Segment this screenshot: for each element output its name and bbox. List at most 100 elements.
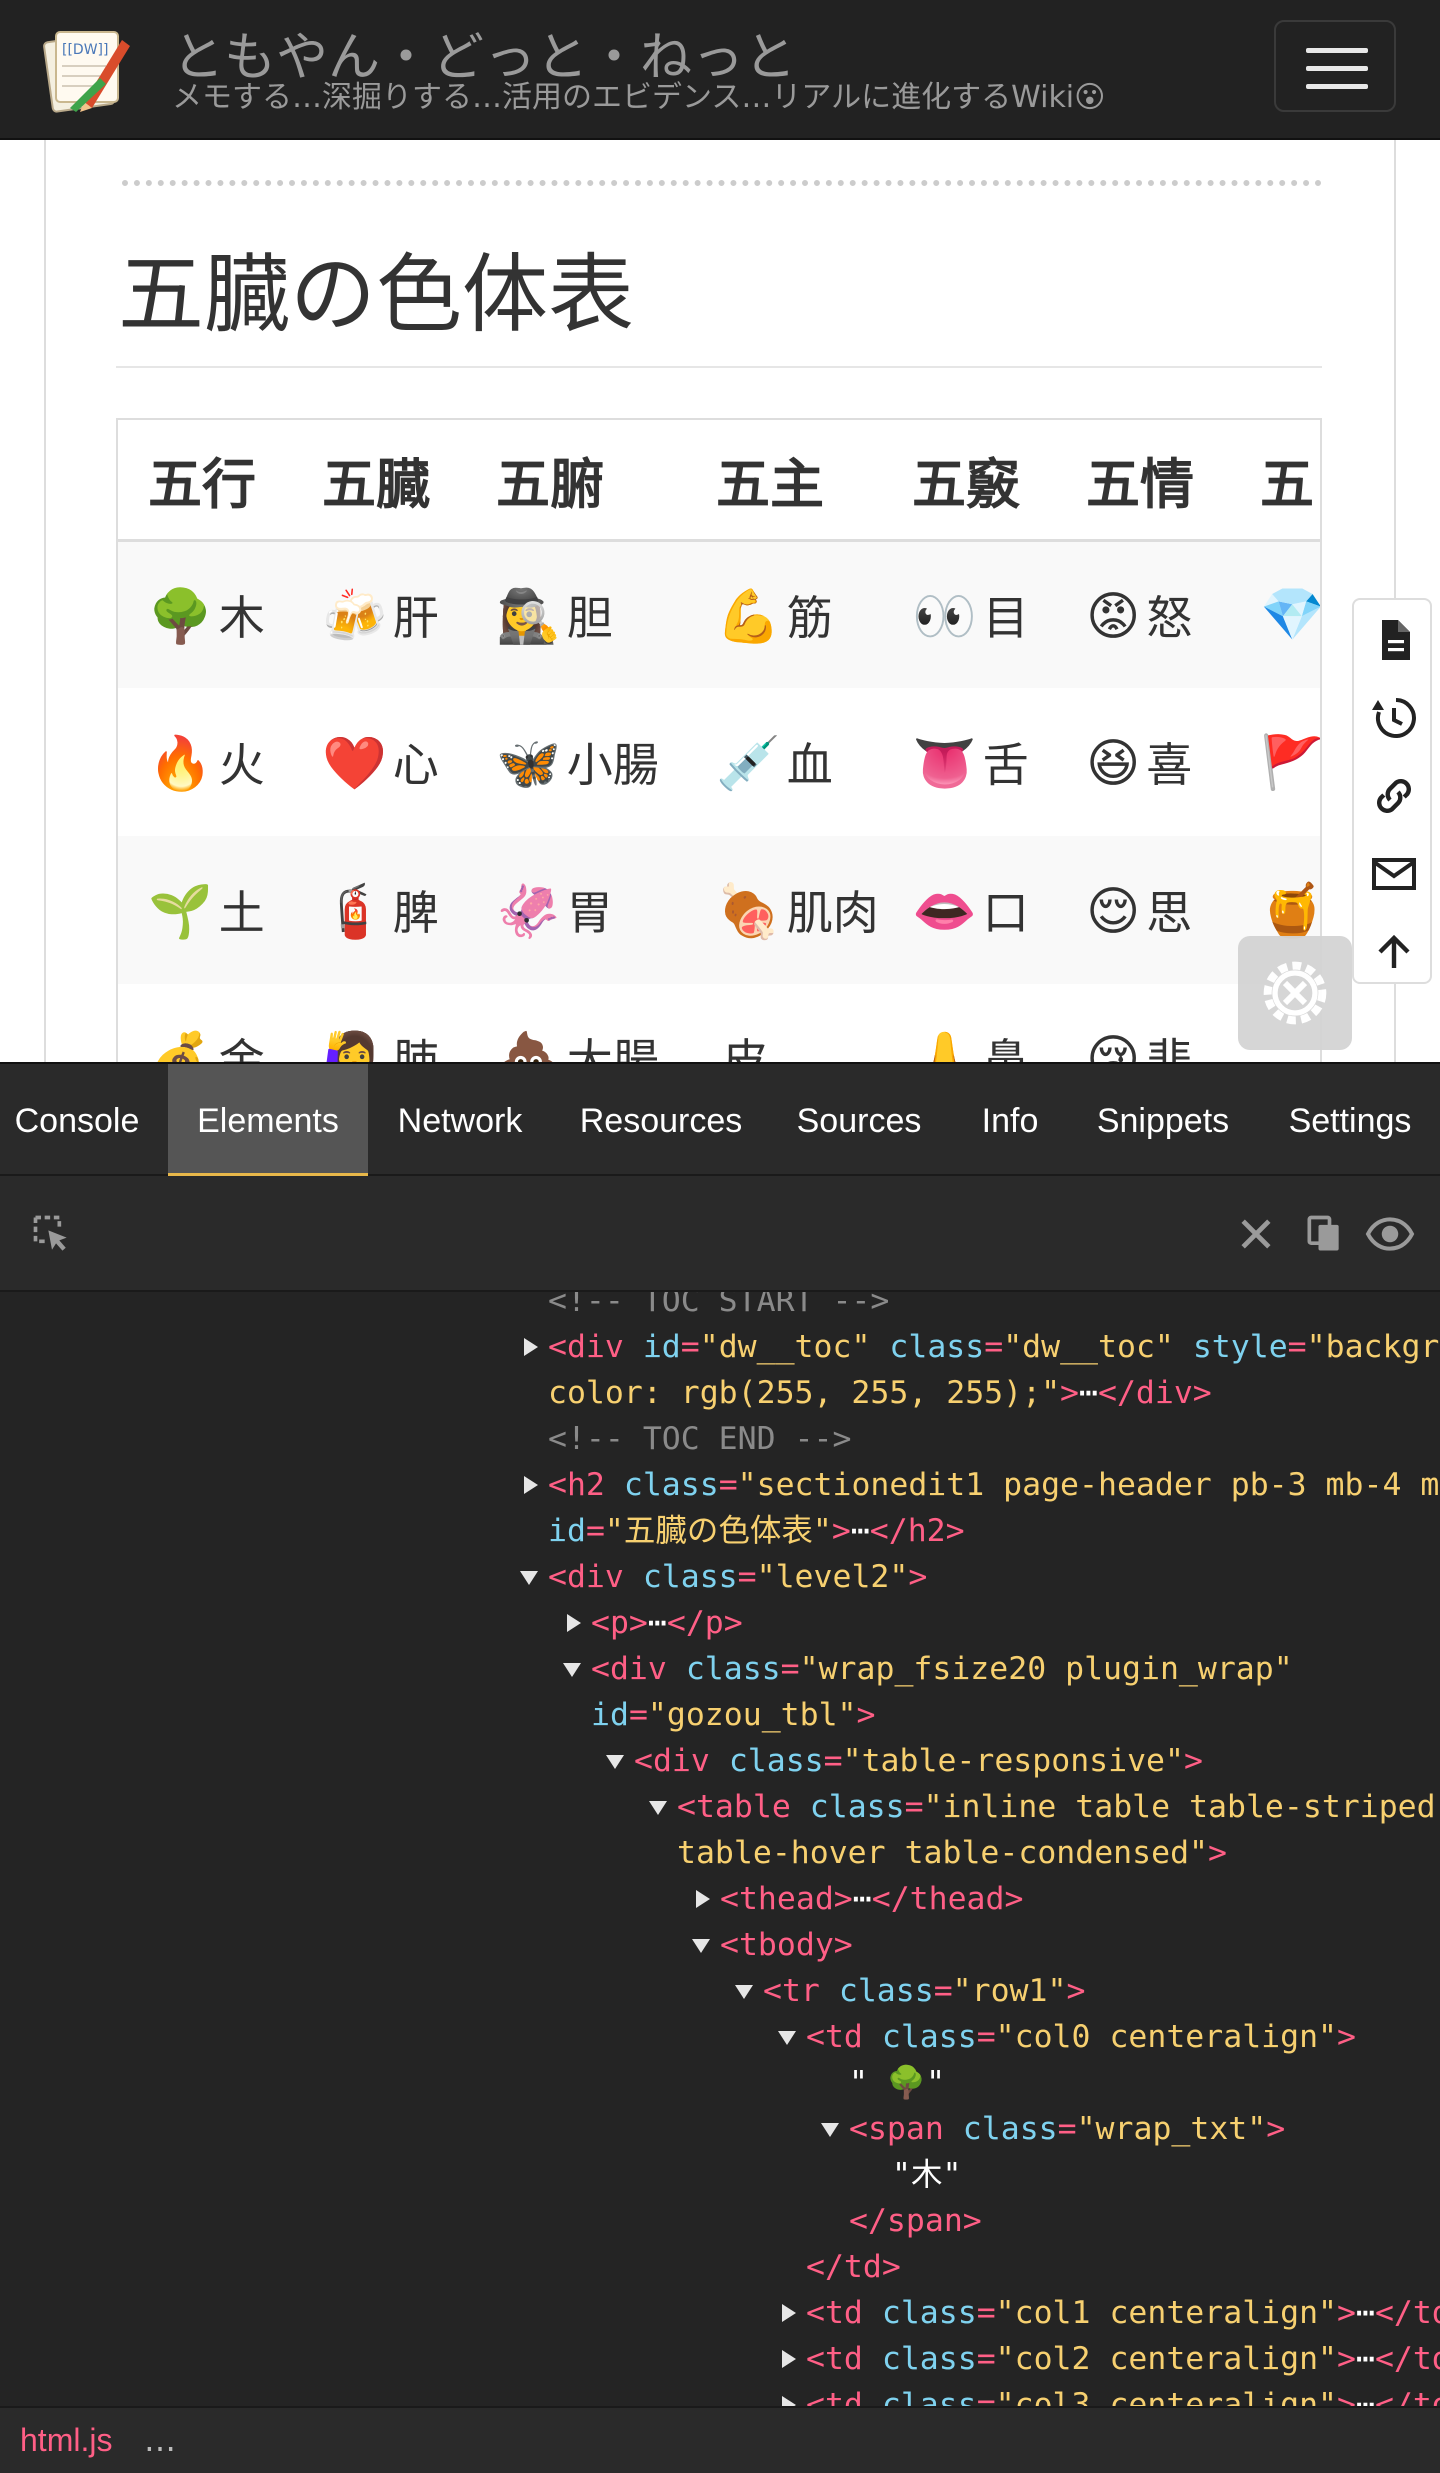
dom-node-line[interactable]: <table class="inline table table-striped xyxy=(677,1784,1436,1830)
collapse-triangle-icon[interactable] xyxy=(649,1801,667,1815)
dom-tree[interactable]: <!-- TOC START --> <div id="dw__toc" clas… xyxy=(0,1292,1440,2466)
dom-node-line[interactable]: "木" xyxy=(892,2152,961,2198)
code-token: > xyxy=(1066,1973,1086,2009)
code-token: > xyxy=(1208,1835,1227,1871)
expand-triangle-icon[interactable] xyxy=(524,1476,538,1494)
dom-node-line[interactable]: <!-- TOC END --> xyxy=(548,1416,851,1462)
expand-triangle-icon[interactable] xyxy=(567,1614,581,1632)
dom-node-line[interactable]: <div class="table-responsive"> xyxy=(634,1738,1203,1784)
collapse-triangle-icon[interactable] xyxy=(821,2123,839,2137)
tab-network[interactable]: Network xyxy=(382,1064,538,1178)
link-icon[interactable] xyxy=(1370,772,1418,820)
status-file-link[interactable]: html.js xyxy=(20,2418,112,2462)
code-token: <table xyxy=(677,1789,810,1825)
dom-node-line[interactable]: id="五臓の色体表">⋯</h2> xyxy=(548,1508,965,1554)
mail-icon[interactable] xyxy=(1370,850,1418,898)
copy-icon[interactable] xyxy=(1302,1212,1346,1256)
table-cell: 🌱 土 xyxy=(118,836,292,984)
code-token: <tbody> xyxy=(720,1927,853,1963)
code-token: > xyxy=(1337,2295,1356,2331)
tab-info[interactable]: Info xyxy=(962,1064,1058,1178)
dom-node-line[interactable]: <td class="col2 centeralign">⋯</td> xyxy=(806,2336,1440,2382)
dom-node-line[interactable]: <td class="col1 centeralign">⋯</td> xyxy=(806,2290,1440,2336)
dom-node-line[interactable]: <div class="wrap_fsize20 plugin_wrap" xyxy=(591,1646,1293,1692)
table-cell: 🌳 木 xyxy=(118,540,292,688)
dom-node-line[interactable]: color: rgb(255, 255, 255);">⋯</div> xyxy=(548,1370,1212,1416)
code-token: "wrap_fsize20 plugin_wrap" xyxy=(799,1651,1293,1687)
history-icon[interactable] xyxy=(1370,694,1418,742)
arrow-up-icon[interactable] xyxy=(1370,928,1418,976)
document-icon[interactable] xyxy=(1370,616,1418,664)
dom-node-line[interactable]: </span> xyxy=(849,2198,982,2244)
table-cell: 🕵️‍♀️ 胆 xyxy=(466,540,686,688)
expand-triangle-icon[interactable] xyxy=(782,2304,796,2322)
dom-node-line[interactable]: <p>⋯</p> xyxy=(591,1600,743,1646)
code-token: id xyxy=(591,1697,629,1733)
dom-node-line[interactable]: <thead>⋯</thead> xyxy=(720,1876,1023,1922)
cell-text: 思 xyxy=(1146,886,1193,940)
column-header: 五腑 xyxy=(466,420,686,542)
eye-icon[interactable] xyxy=(1364,1212,1416,1256)
code-token: </h2> xyxy=(869,1513,965,1549)
tab-settings[interactable]: Settings xyxy=(1274,1064,1426,1178)
table-cell: 😌 思 xyxy=(1056,836,1230,984)
tab-snippets[interactable]: Snippets xyxy=(1088,1064,1238,1178)
table-cell: 💰 金 xyxy=(118,984,292,1062)
table-cell: 💎 xyxy=(1230,540,1320,688)
dom-node-line[interactable]: " 🌳" xyxy=(849,2060,945,2106)
dom-node-line[interactable]: <span class="wrap_txt"> xyxy=(849,2106,1285,2152)
code-token: ⋯ xyxy=(1356,2295,1375,2331)
emoji-icon: 💪 xyxy=(716,586,781,647)
code-token: "wrap_txt" xyxy=(1076,2111,1267,2147)
collapse-triangle-icon[interactable] xyxy=(563,1663,581,1677)
code-token: color: rgb(255, 255, 255);" xyxy=(548,1375,1061,1411)
tools-floating-button[interactable] xyxy=(1238,936,1352,1050)
dom-node-line[interactable]: <tbody> xyxy=(720,1922,853,1968)
tab-console[interactable]: Console xyxy=(0,1064,154,1178)
code-token: = xyxy=(976,2341,996,2377)
collapse-triangle-icon[interactable] xyxy=(606,1755,624,1769)
dom-node-line[interactable]: <!-- TOC START --> xyxy=(548,1292,889,1324)
table-cell: 🍻 肝 xyxy=(292,540,466,688)
dom-node-line[interactable]: <h2 class="sectionedit1 page-header pb-3… xyxy=(548,1462,1440,1508)
expand-triangle-icon[interactable] xyxy=(696,1890,710,1908)
tab-elements[interactable]: Elements xyxy=(168,1064,368,1178)
dom-node-line[interactable]: <div id="dw__toc" class="dw__toc" style=… xyxy=(548,1324,1440,1370)
expand-triangle-icon[interactable] xyxy=(782,2350,796,2368)
menu-button[interactable] xyxy=(1274,20,1396,112)
code-token: "background- xyxy=(1306,1329,1440,1365)
inspect-cursor-icon[interactable] xyxy=(30,1212,74,1256)
collapse-triangle-icon[interactable] xyxy=(735,1985,753,1999)
code-token: > xyxy=(1184,1743,1203,1779)
gozou-table-container[interactable]: 五行 五臓 五腑 五主 五竅 五情 五 🌳 木 🍻 肝 🕵️‍♀️ 胆 💪 筋 👀 目 😡 怒 💎 🔥 火 ❤… xyxy=(116,418,1322,1062)
page-tools-bar xyxy=(1352,598,1432,984)
dokuwiki-logo-icon[interactable]: [[DW]] xyxy=(40,22,132,114)
emoji-icon: 🌳 xyxy=(148,586,213,647)
code-token: "col2 centeralign" xyxy=(995,2341,1338,2377)
dom-node-line[interactable]: <td class="col0 centeralign"> xyxy=(806,2014,1356,2060)
code-token: "木" xyxy=(892,2157,962,2193)
code-token: </div> xyxy=(1097,1375,1212,1411)
cell-text: 筋 xyxy=(786,590,833,645)
collapse-triangle-icon[interactable] xyxy=(692,1939,710,1953)
emoji-icon: 🌱 xyxy=(148,882,213,942)
table-cell: 🔥 火 xyxy=(118,688,292,836)
dom-node-line[interactable]: table-hover table-condensed"> xyxy=(677,1830,1227,1876)
code-token: <div xyxy=(548,1329,643,1365)
dom-node-line[interactable]: <tr class="row1"> xyxy=(763,1968,1085,2014)
collapse-triangle-icon[interactable] xyxy=(520,1571,538,1585)
site-title[interactable]: ともやん・どっと・ねっと xyxy=(172,28,796,88)
tab-sources[interactable]: Sources xyxy=(786,1064,932,1178)
code-token: </td> xyxy=(1374,2295,1440,2331)
expand-triangle-icon[interactable] xyxy=(524,1338,538,1356)
dom-node-line[interactable]: <div class="level2"> xyxy=(548,1554,927,1600)
collapse-triangle-icon[interactable] xyxy=(778,2031,796,2045)
emoji-icon: 🧯 xyxy=(322,882,387,942)
close-icon[interactable] xyxy=(1234,1212,1278,1256)
cell-text: 皮 xyxy=(722,1034,768,1062)
tab-resources[interactable]: Resources xyxy=(566,1064,756,1178)
dom-node-line[interactable]: </td> xyxy=(806,2244,901,2290)
dom-node-line[interactable]: id="gozou_tbl"> xyxy=(591,1692,876,1738)
emoji-icon: 🍻 xyxy=(322,586,387,647)
cell-text: 血 xyxy=(786,738,833,792)
